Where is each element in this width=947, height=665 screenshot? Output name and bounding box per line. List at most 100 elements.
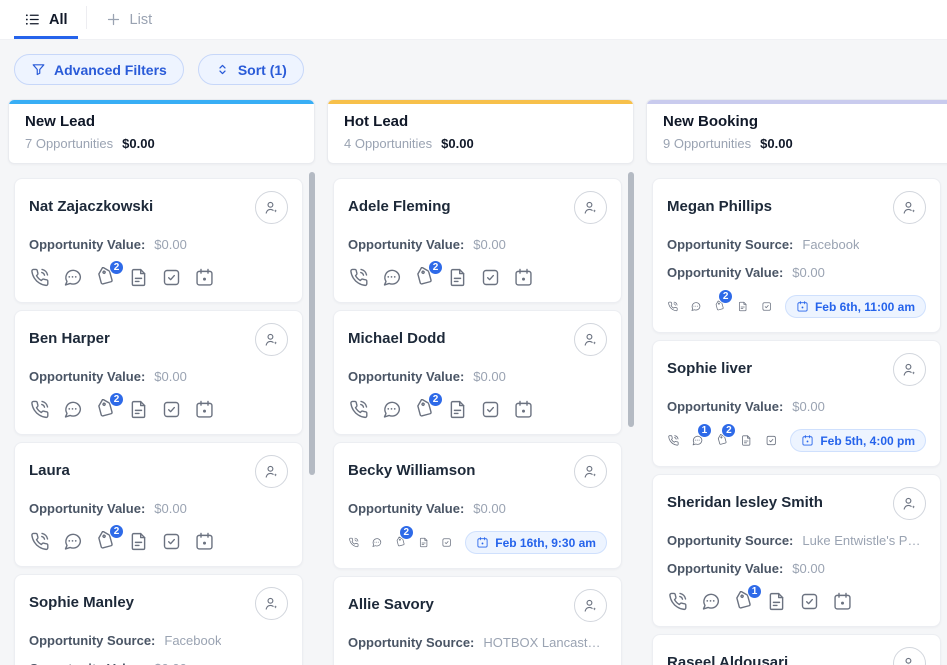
card-field-row: Opportunity Value:$0.00	[29, 661, 288, 665]
column-header[interactable]: New Lead7 Opportunities$0.00	[8, 99, 315, 164]
opportunity-card[interactable]: Sheridan lesley SmithOpportunity Source:…	[652, 474, 941, 627]
chat-icon[interactable]	[62, 399, 83, 420]
appointment-date-badge[interactable]: Feb 6th, 11:00 am	[785, 295, 926, 318]
sort-button[interactable]: Sort (1)	[198, 54, 304, 85]
assign-user-button[interactable]	[574, 455, 607, 488]
chat-icon[interactable]	[381, 267, 402, 288]
tag-icon[interactable]: 2	[395, 532, 406, 553]
field-label: Opportunity Value:	[348, 237, 464, 252]
opportunity-card[interactable]: Sophie ManleyOpportunity Source:Facebook…	[14, 574, 303, 665]
assign-user-button[interactable]	[574, 323, 607, 356]
assign-user-button[interactable]	[255, 587, 288, 620]
card-field-row: Opportunity Value:$0.00	[348, 369, 607, 384]
assign-user-button[interactable]	[255, 191, 288, 224]
phone-icon[interactable]	[29, 399, 50, 420]
opportunity-card[interactable]: Michael DoddOpportunity Value:$0.002	[333, 310, 622, 435]
opportunity-card[interactable]: Allie SavoryOpportunity Source:HOTBOX La…	[333, 576, 622, 665]
column-header[interactable]: Hot Lead4 Opportunities$0.00	[327, 99, 634, 164]
note-icon[interactable]	[128, 399, 149, 420]
opportunity-card[interactable]: Nat ZajaczkowskiOpportunity Value:$0.002	[14, 178, 303, 303]
task-icon[interactable]	[161, 267, 182, 288]
chat-icon[interactable]	[62, 531, 83, 552]
tag-icon[interactable]: 2	[414, 399, 435, 420]
opportunity-card[interactable]: Sophie liverOpportunity Value:$0.0012Feb…	[652, 340, 941, 467]
opportunity-card[interactable]: Raseel AldousariOpportunity Source:Faceb…	[652, 634, 941, 665]
calendar-icon[interactable]	[194, 399, 215, 420]
phone-icon[interactable]	[667, 296, 678, 317]
note-icon[interactable]	[128, 531, 149, 552]
note-icon[interactable]	[447, 267, 468, 288]
calendar-icon[interactable]	[832, 591, 853, 612]
chat-icon[interactable]	[371, 532, 382, 553]
column-header[interactable]: New Booking9 Opportunities$0.00	[646, 99, 947, 164]
note-icon[interactable]	[128, 267, 149, 288]
tag-icon[interactable]: 2	[95, 267, 116, 288]
phone-icon[interactable]	[667, 591, 688, 612]
assign-user-button[interactable]	[255, 455, 288, 488]
tab-add-list[interactable]: List	[95, 0, 163, 39]
opportunity-card[interactable]: Ben HarperOpportunity Value:$0.002	[14, 310, 303, 435]
task-icon[interactable]	[480, 267, 501, 288]
appointment-date-label: Feb 16th, 9:30 am	[495, 536, 596, 550]
tag-icon[interactable]: 2	[95, 531, 116, 552]
chat-icon[interactable]: 1	[691, 430, 703, 451]
chat-icon[interactable]	[690, 296, 701, 317]
note-icon[interactable]	[740, 430, 752, 451]
assign-user-button[interactable]	[574, 191, 607, 224]
card-field-row: Opportunity Value:$0.00	[348, 237, 607, 252]
opportunity-card[interactable]: Becky WilliamsonOpportunity Value:$0.002…	[333, 442, 622, 569]
appointment-date-badge[interactable]: Feb 5th, 4:00 pm	[790, 429, 926, 452]
assign-user-button[interactable]	[574, 589, 607, 622]
chat-icon[interactable]	[381, 399, 402, 420]
calendar-icon[interactable]	[513, 267, 534, 288]
note-icon[interactable]	[418, 532, 429, 553]
opportunity-card[interactable]: LauraOpportunity Value:$0.002	[14, 442, 303, 567]
phone-icon[interactable]	[29, 267, 50, 288]
assign-user-button[interactable]	[893, 191, 926, 224]
field-label: Opportunity Value:	[29, 369, 145, 384]
opportunity-card[interactable]: Adele FlemingOpportunity Value:$0.002	[333, 178, 622, 303]
assign-user-button[interactable]	[893, 647, 926, 665]
column-total-value: $0.00	[760, 136, 793, 151]
task-icon[interactable]	[799, 591, 820, 612]
appointment-date-badge[interactable]: Feb 16th, 9:30 am	[465, 531, 607, 554]
chat-icon[interactable]	[62, 267, 83, 288]
assign-user-button[interactable]	[893, 353, 926, 386]
task-icon[interactable]	[441, 532, 452, 553]
field-value: $0.00	[154, 237, 187, 252]
field-label: Opportunity Value:	[348, 369, 464, 384]
advanced-filters-button[interactable]: Advanced Filters	[14, 54, 184, 85]
opportunity-card[interactable]: Megan PhillipsOpportunity Source:Faceboo…	[652, 178, 941, 333]
task-icon[interactable]	[480, 399, 501, 420]
tag-icon[interactable]: 2	[716, 430, 728, 451]
phone-icon[interactable]	[348, 532, 359, 553]
field-value: $0.00	[792, 265, 825, 280]
assign-user-button[interactable]	[255, 323, 288, 356]
task-icon[interactable]	[765, 430, 777, 451]
tag-icon[interactable]: 1	[733, 591, 754, 612]
tag-icon[interactable]: 2	[414, 267, 435, 288]
chat-icon[interactable]	[700, 591, 721, 612]
calendar-icon[interactable]	[194, 531, 215, 552]
column-scrollbar[interactable]	[628, 172, 634, 427]
note-icon[interactable]	[447, 399, 468, 420]
phone-icon[interactable]	[348, 267, 369, 288]
note-icon[interactable]	[737, 296, 748, 317]
card-action-row: 2	[29, 399, 288, 420]
phone-icon[interactable]	[348, 399, 369, 420]
tag-icon[interactable]: 2	[714, 296, 725, 317]
task-icon[interactable]	[161, 399, 182, 420]
task-icon[interactable]	[761, 296, 772, 317]
task-icon[interactable]	[161, 531, 182, 552]
note-icon[interactable]	[766, 591, 787, 612]
tag-icon[interactable]: 2	[95, 399, 116, 420]
phone-icon[interactable]	[667, 430, 679, 451]
column-scrollbar[interactable]	[309, 172, 315, 475]
field-label: Opportunity Source:	[29, 633, 155, 648]
card-action-row: 2	[348, 399, 607, 420]
calendar-icon[interactable]	[194, 267, 215, 288]
calendar-icon[interactable]	[513, 399, 534, 420]
phone-icon[interactable]	[29, 531, 50, 552]
assign-user-button[interactable]	[893, 487, 926, 520]
tab-all[interactable]: All	[14, 0, 78, 39]
